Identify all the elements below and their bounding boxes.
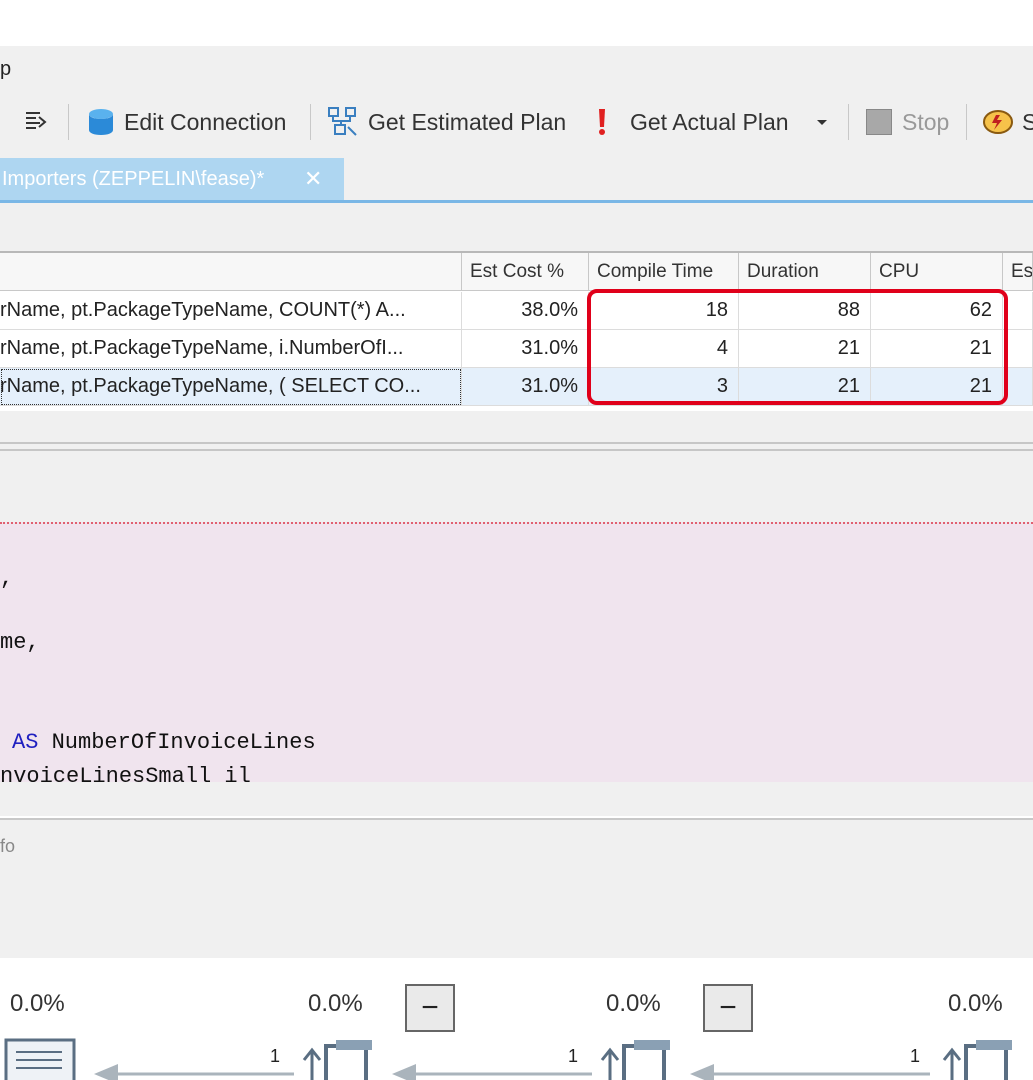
info-bar <box>0 818 1033 880</box>
operator-cost-percent: 0.0% <box>10 990 65 1017</box>
toolbar-separator <box>68 104 69 140</box>
statements-toolbar <box>0 203 1033 251</box>
plan-explorer-icon <box>983 110 1013 134</box>
stop-button[interactable]: Stop <box>866 104 949 140</box>
table-row-statement[interactable]: rName, pt.PackageTypeName, COUNT(*) A... <box>0 292 462 330</box>
highlight-box <box>587 289 1008 405</box>
data-flow-arrow <box>690 1064 930 1080</box>
get-estimated-plan-label: Get Estimated Plan <box>368 108 567 135</box>
code-text: NumberOfInvoiceLines <box>38 730 316 755</box>
estimated-plan-icon <box>328 107 357 136</box>
toolbar-separator <box>310 104 311 140</box>
operator-cost-percent: 0.0% <box>948 990 1003 1017</box>
divider <box>0 449 1033 451</box>
edit-connection-label: Edit Connection <box>124 108 287 135</box>
table-row-est-cost[interactable]: 31.0% <box>462 368 589 406</box>
info-label: fo <box>0 836 16 856</box>
code-line: , <box>0 566 14 591</box>
nested-loops-icon[interactable] <box>598 1036 678 1080</box>
table-row-statement[interactable]: rName, pt.PackageTypeName, ( SELECT CO..… <box>0 368 462 406</box>
row-count-label: 1 <box>270 1046 281 1066</box>
get-actual-plan-button[interactable]: Get Actual Plan <box>594 104 789 140</box>
menu-bar <box>0 46 1033 96</box>
database-icon <box>89 109 113 135</box>
exclamation-icon <box>599 109 605 135</box>
chevron-down-icon <box>817 120 827 125</box>
plan-toolbar <box>0 878 1033 958</box>
collapse-button[interactable]: − <box>703 984 753 1032</box>
data-flow-arrow <box>392 1064 592 1080</box>
stop-icon <box>866 109 892 135</box>
column-header-est-cost[interactable]: Est Cost % <box>462 253 589 291</box>
format-icon[interactable] <box>22 104 50 140</box>
column-header-text[interactable] <box>0 253 462 291</box>
select-operator-icon[interactable] <box>0 1036 80 1080</box>
code-line: AS NumberOfInvoiceLines <box>12 730 316 755</box>
column-header-cpu[interactable]: CPU <box>871 253 1003 291</box>
stop-label: Stop <box>902 108 950 135</box>
column-header-est[interactable]: Es <box>1003 253 1033 291</box>
data-flow-arrow <box>94 1064 294 1080</box>
toolbar-overflow-button[interactable]: S <box>982 104 1033 140</box>
menu-item-help[interactable]: p <box>0 58 11 81</box>
tab-title: Importers (ZEPPELIN\fease)* <box>2 167 265 190</box>
get-estimated-plan-button[interactable]: Get Estimated Plan <box>326 104 566 140</box>
toolbar-separator <box>966 104 967 140</box>
table-row-est-cost[interactable]: 31.0% <box>462 330 589 368</box>
operator-cost-percent: 0.0% <box>606 990 661 1017</box>
code-keyword: AS <box>12 730 39 755</box>
code-line: me, <box>0 630 40 655</box>
get-actual-plan-label: Get Actual Plan <box>630 108 789 135</box>
horizontal-scrollbar[interactable] <box>0 782 1033 816</box>
divider <box>0 442 1033 444</box>
row-count-label: 1 <box>910 1046 921 1066</box>
edit-connection-button[interactable]: Edit Connection <box>86 104 286 140</box>
column-header-compile-time[interactable]: Compile Time <box>589 253 739 291</box>
column-header-duration[interactable]: Duration <box>739 253 871 291</box>
toolbar-separator <box>848 104 849 140</box>
panel-splitter[interactable] <box>0 411 1033 523</box>
nested-loops-icon[interactable] <box>940 1036 1020 1080</box>
toolbar-overflow-label: S <box>1022 108 1033 135</box>
nested-loops-icon[interactable] <box>300 1036 380 1080</box>
tab-importers[interactable]: Importers (ZEPPELIN\fease)* ✕ <box>0 158 344 200</box>
collapse-button[interactable]: − <box>405 984 455 1032</box>
row-count-label: 1 <box>568 1046 579 1066</box>
operator-cost-percent: 0.0% <box>308 990 363 1017</box>
close-icon[interactable]: ✕ <box>304 166 322 192</box>
code-line: nvoiceLinesSmall il <box>0 764 251 782</box>
table-row-est-cost[interactable]: 38.0% <box>462 292 589 330</box>
table-row-statement[interactable]: rName, pt.PackageTypeName, i.NumberOfI..… <box>0 330 462 368</box>
get-actual-plan-dropdown[interactable] <box>814 104 830 140</box>
